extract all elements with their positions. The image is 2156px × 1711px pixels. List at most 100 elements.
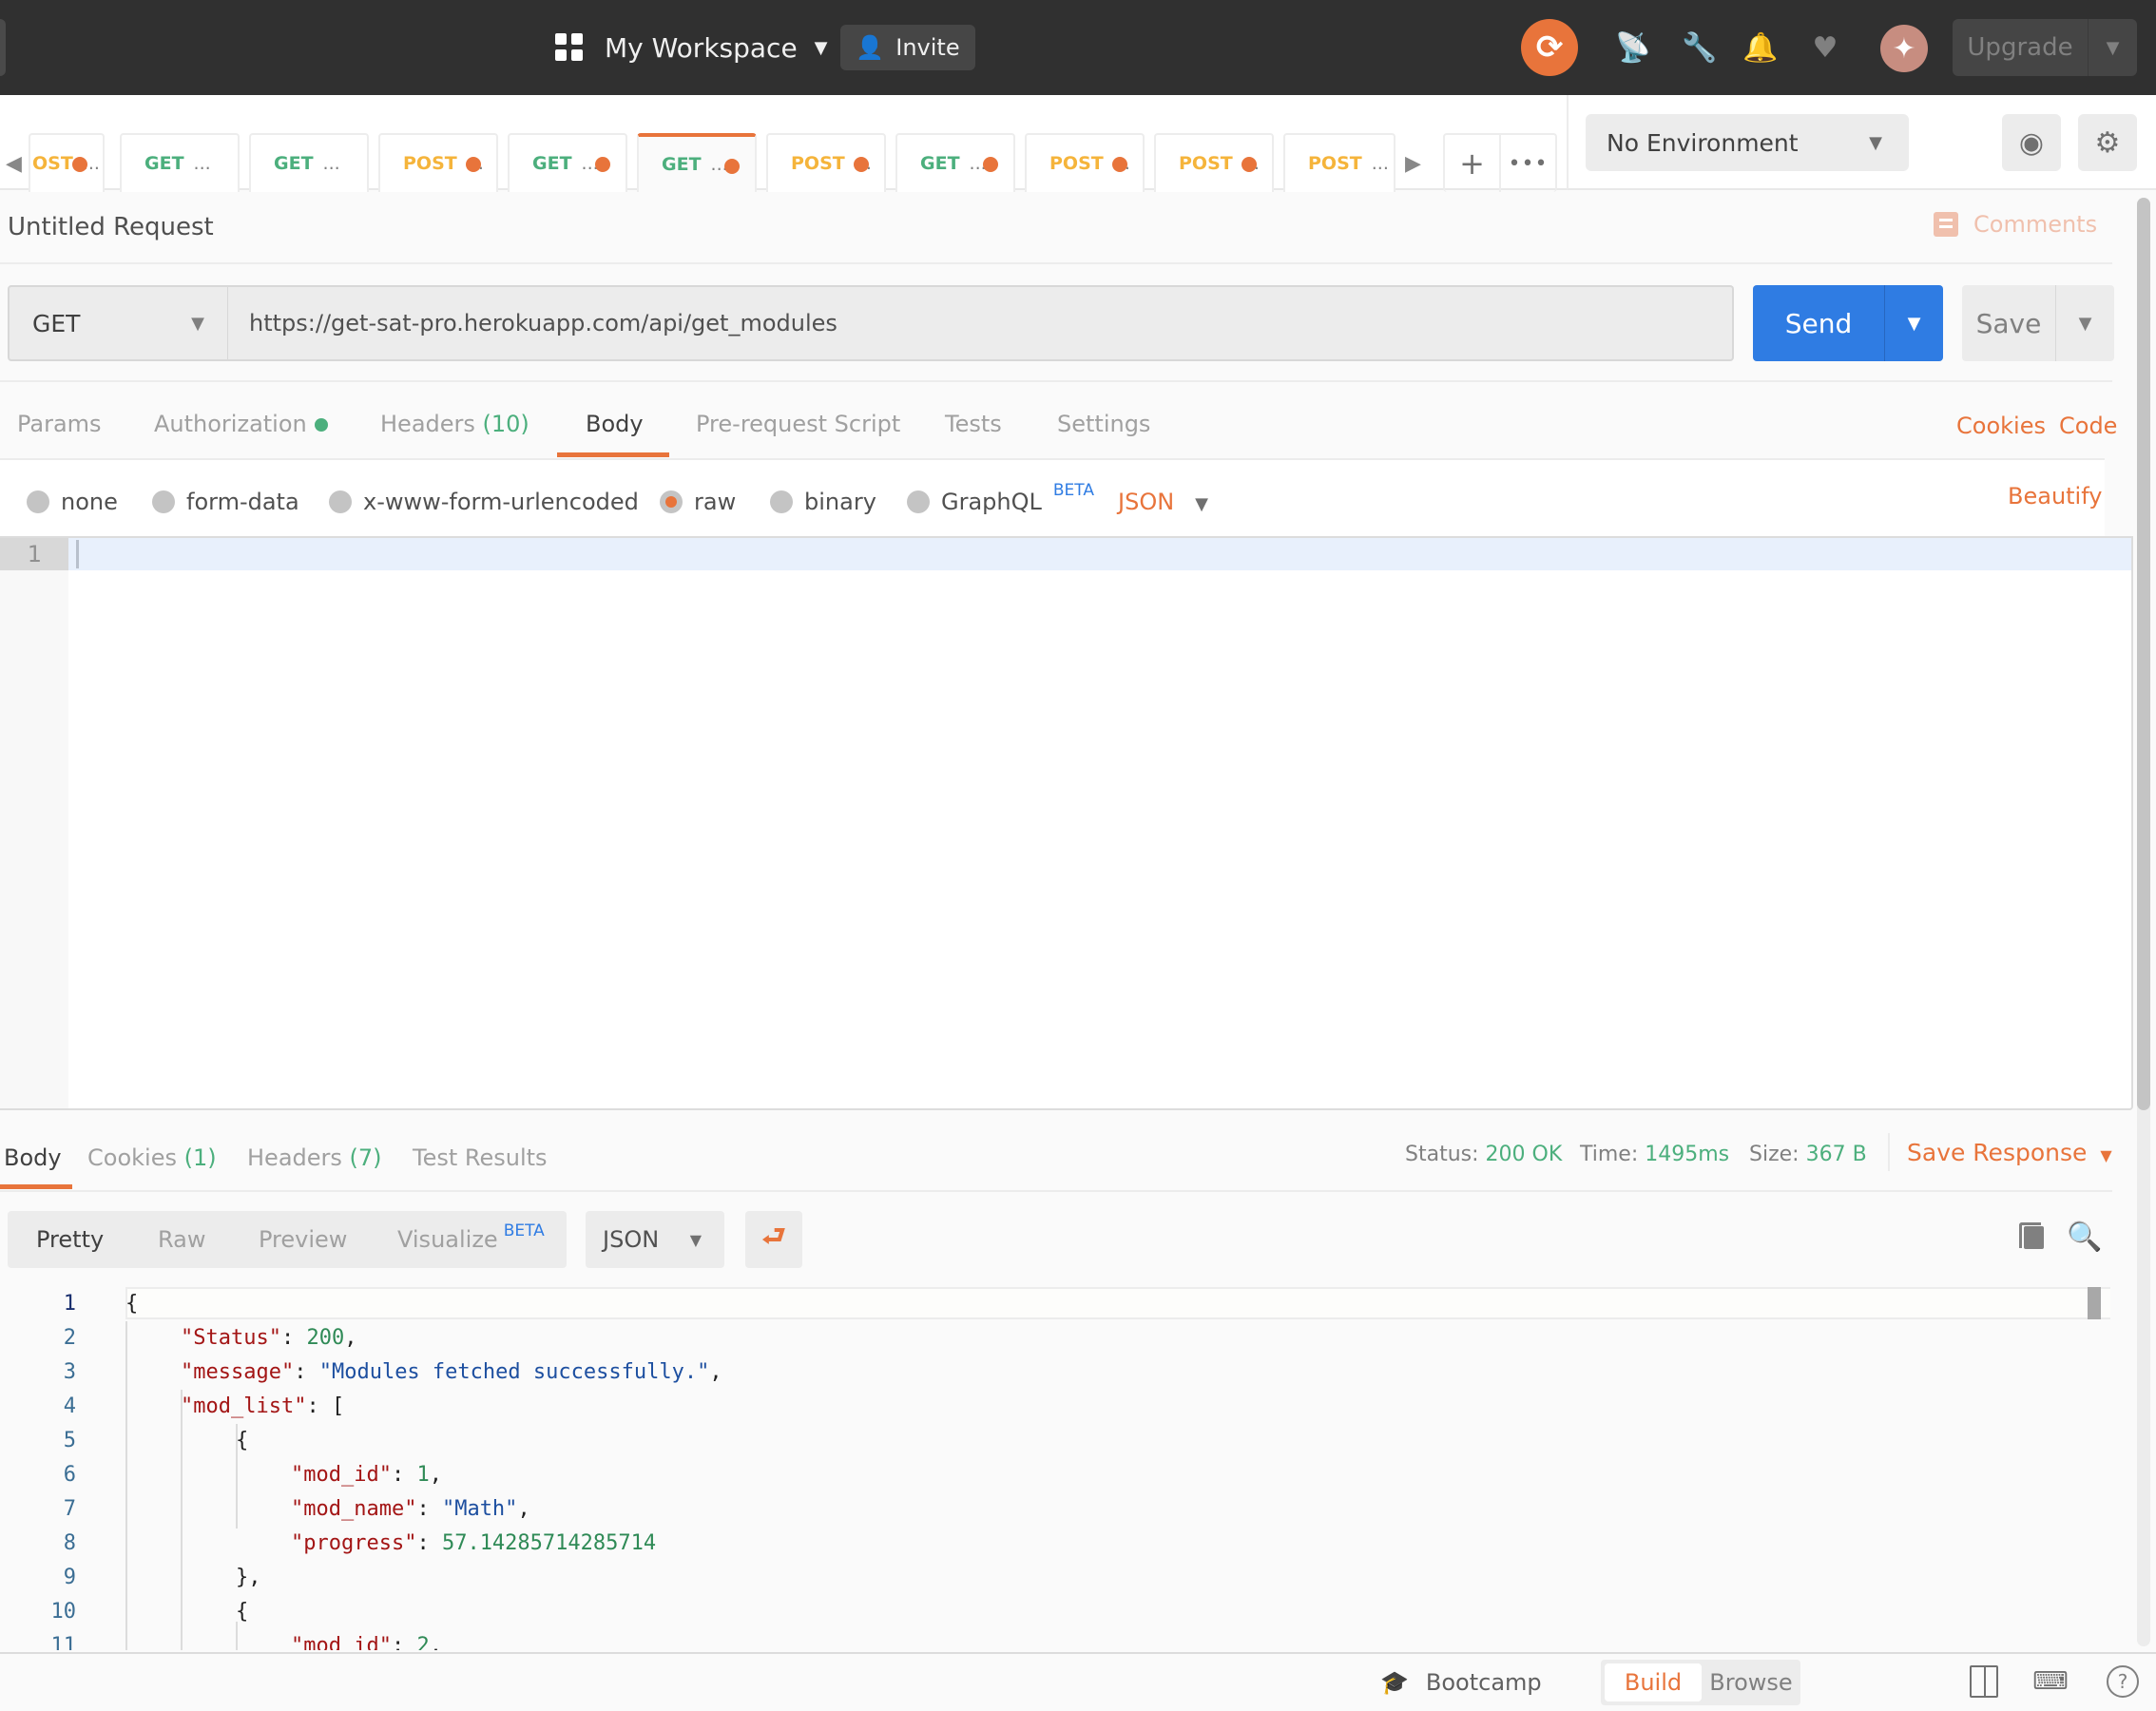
view-mode-preview[interactable]: Preview [259, 1226, 347, 1253]
tab-tests[interactable]: Tests [945, 411, 1002, 437]
code-line: 10 { [0, 1595, 2110, 1629]
tab-method: GET [274, 153, 314, 174]
tab-body[interactable]: Body [586, 411, 644, 437]
radio-button[interactable] [329, 490, 352, 513]
code-line: 11 "mod_id": 2, [0, 1629, 2110, 1650]
response-tab-body[interactable]: Body [4, 1144, 62, 1171]
beautify-link[interactable]: Beautify [2008, 483, 2102, 509]
body-mode-graphql[interactable]: GraphQL BETA [907, 481, 1094, 515]
request-tab[interactable]: POST... [1283, 133, 1396, 192]
method-label: GET [32, 309, 81, 337]
tab-authorization[interactable]: Authorization [154, 411, 328, 437]
invite-button[interactable]: 👤 Invite [840, 25, 975, 70]
save-options-chevron-icon[interactable]: ▼ [2055, 285, 2114, 361]
body-mode-none[interactable]: none [27, 489, 118, 515]
workspace-switcher[interactable]: My Workspace ▼ [555, 27, 828, 68]
sidebar-toggle[interactable] [0, 19, 6, 76]
tab-label: Body [586, 411, 644, 437]
tab-headers[interactable]: Headers (10) [380, 411, 529, 437]
radio-button[interactable] [907, 490, 930, 513]
save-button[interactable]: Save ▼ [1962, 285, 2114, 361]
view-mode-visualize[interactable]: Visualize BETA [397, 1221, 545, 1253]
code-text: { [236, 1595, 248, 1629]
request-tab[interactable]: POST... [766, 133, 886, 192]
radio-button[interactable] [152, 490, 175, 513]
send-options-chevron-icon[interactable]: ▼ [1884, 285, 1943, 361]
upgrade-button[interactable]: Upgrade ▼ [1953, 19, 2137, 76]
line-number: 8 [63, 1531, 76, 1555]
search-icon[interactable]: 🔍 [2067, 1221, 2102, 1254]
request-title[interactable]: Untitled Request [8, 213, 214, 241]
view-mode-pretty[interactable]: Pretty [36, 1226, 104, 1253]
tab-options-button[interactable]: ••• [1499, 135, 1555, 192]
size-label: Size: [1749, 1143, 1800, 1166]
scroll-tabs-left-icon[interactable]: ◀ [6, 152, 22, 176]
scroll-tabs-right-icon[interactable]: ▶ [1405, 152, 1421, 176]
copy-icon[interactable] [2019, 1222, 2044, 1249]
line-number: 7 [63, 1497, 76, 1521]
satellite-icon[interactable]: 📡 [1615, 30, 1650, 65]
request-tab[interactable]: OST... [29, 133, 105, 192]
body-mode-binary[interactable]: binary [770, 489, 876, 515]
manage-environments-button[interactable]: ⚙ [2078, 114, 2137, 171]
code-line: 2 "Status": 200, [0, 1321, 2110, 1355]
code-line: 7 "mod_name": "Math", [0, 1492, 2110, 1527]
help-icon[interactable]: ? [2107, 1665, 2139, 1698]
radio-button[interactable] [27, 490, 49, 513]
view-mode-raw[interactable]: Raw [158, 1226, 205, 1253]
scrollbar-thumb[interactable] [2088, 1287, 2101, 1319]
browse-button[interactable]: Browse [1704, 1663, 1799, 1701]
request-tab[interactable]: GET... [895, 133, 1015, 192]
scrollbar-thumb[interactable] [2137, 198, 2150, 1110]
tab-params[interactable]: Params [17, 411, 102, 437]
raw-format-select[interactable]: JSON ▼ [1118, 489, 1208, 515]
tab-settings[interactable]: Settings [1057, 411, 1150, 437]
avatar[interactable]: ✦ [1880, 25, 1928, 72]
response-tab-headers[interactable]: Headers (7) [247, 1144, 382, 1171]
request-tab[interactable]: POST... [1025, 133, 1145, 192]
response-tab-cookies[interactable]: Cookies (1) [87, 1144, 217, 1171]
body-mode-form-data[interactable]: form-data [152, 489, 299, 515]
body-mode-urlencoded[interactable]: x-www-form-urlencoded [329, 489, 639, 515]
request-tab[interactable]: POST... [1154, 133, 1274, 192]
sync-icon[interactable]: ⟳ [1521, 19, 1578, 76]
request-tab[interactable]: GET... [508, 133, 627, 192]
bell-icon[interactable]: 🔔 [1742, 30, 1778, 65]
wrap-lines-button[interactable]: ⮐ [745, 1211, 802, 1268]
new-tab-button[interactable]: + [1445, 135, 1499, 192]
environment-quick-look-button[interactable]: ◉ [2002, 114, 2061, 171]
radio-button-selected[interactable] [660, 490, 683, 513]
body-mode-raw[interactable]: raw [660, 489, 736, 515]
code-link[interactable]: Code [2059, 413, 2117, 439]
send-button[interactable]: Send ▼ [1753, 285, 1943, 361]
wrench-icon[interactable]: 🔧 [1682, 30, 1717, 65]
chevron-down-icon[interactable]: ▼ [2088, 19, 2137, 76]
bootcamp-button[interactable]: 🎓 Bootcamp [1380, 1669, 1542, 1696]
radio-button[interactable] [770, 490, 793, 513]
heart-icon[interactable]: ♥ [1808, 30, 1842, 65]
request-tab[interactable]: GET... [249, 133, 369, 192]
two-pane-view-icon[interactable] [1970, 1665, 1998, 1698]
build-button[interactable]: Build [1605, 1663, 1702, 1701]
request-tab[interactable]: GET... [637, 133, 757, 192]
request-tab[interactable]: GET... [120, 133, 240, 192]
code-line: 9}, [0, 1561, 2110, 1595]
environment-select[interactable]: No Environment ▼ [1586, 114, 1909, 171]
save-response-button[interactable]: Save Response ▼ [1907, 1139, 2112, 1166]
tab-label: Cookies [87, 1144, 177, 1171]
keyboard-shortcuts-icon[interactable]: ⌨ [2032, 1665, 2069, 1698]
status-dot-icon [314, 418, 328, 432]
request-tab[interactable]: POST... [378, 133, 498, 192]
response-tab-test-results[interactable]: Test Results [413, 1144, 548, 1171]
response-body-viewer[interactable]: 1{2 "Status": 200, 3 "message": "Modules fe… [0, 1283, 2110, 1650]
tab-count: (1) [183, 1144, 217, 1171]
tab-name: ... [322, 153, 340, 174]
response-format-select[interactable]: JSON ▼ [586, 1211, 724, 1268]
comments-button[interactable]: Comments [1934, 211, 2097, 238]
tab-pre-request-script[interactable]: Pre-request Script [696, 411, 900, 437]
cookies-link[interactable]: Cookies [1956, 413, 2046, 439]
method-select[interactable]: GET ▼ [8, 285, 228, 361]
url-input[interactable]: https://get-sat-pro.herokuapp.com/api/ge… [228, 285, 1734, 361]
save-label: Save [1975, 307, 2042, 339]
request-body-editor[interactable]: 1 [0, 536, 2133, 1110]
